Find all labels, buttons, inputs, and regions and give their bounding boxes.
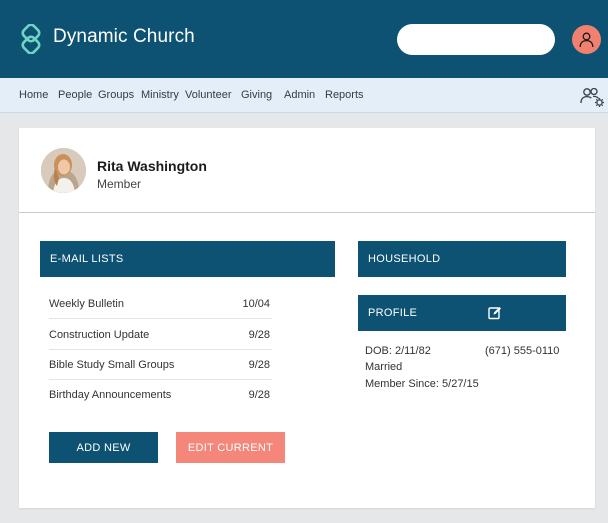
nav-item-groups[interactable]: Groups [98,89,134,101]
profile-dob: DOB: 2/11/82 [365,345,431,357]
profile-phone: (671) 555-0110 [485,345,560,357]
edit-icon[interactable] [488,306,502,320]
list-item-name: Construction Update [49,329,150,341]
list-item-date: 9/28 [248,329,270,341]
search-input[interactable] [397,24,555,55]
profile-member-since: Member Since: 5/27/15 [365,378,479,390]
list-item-name: Bible Study Small Groups [49,359,175,371]
profile-marital-status: Married [365,361,403,373]
member-role: Member [97,177,142,191]
member-name: Rita Washington [97,158,207,174]
member-card: Rita Washington Member E-MAIL LISTS Week… [19,128,595,508]
email-lists-header: E-MAIL LISTS [40,241,335,277]
household-header[interactable]: HOUSEHOLD [358,241,566,277]
list-item-name: Weekly Bulletin [49,298,124,310]
user-avatar-icon[interactable] [572,25,601,54]
list-item-name: Birthday Announcements [49,389,172,401]
nav-item-people[interactable]: People [58,89,92,101]
list-item[interactable]: Birthday Announcements 9/28 [49,380,272,410]
people-settings-icon[interactable] [580,86,606,108]
app-name[interactable]: Dynamic Church [53,26,195,48]
list-item-date: 9/28 [248,389,270,401]
nav-item-ministry[interactable]: Ministry [141,89,179,101]
nav-item-volunteer[interactable]: Volunteer [185,89,231,101]
list-item[interactable]: Weekly Bulletin 10/04 [49,289,272,319]
member-avatar [41,148,86,193]
nav-item-reports[interactable]: Reports [325,89,364,101]
nav-item-admin[interactable]: Admin [284,89,315,101]
divider [19,212,595,213]
list-item-date: 9/28 [248,359,270,371]
list-item[interactable]: Bible Study Small Groups 9/28 [49,350,272,380]
profile-title: PROFILE [368,307,418,319]
add-new-button[interactable]: ADD NEW [49,432,158,463]
main-nav: Home People Groups Ministry Volunteer Gi… [0,78,608,113]
ribbon-logo-icon[interactable] [16,24,46,54]
edit-current-button[interactable]: EDIT CURRENT [176,432,285,463]
top-bar: Dynamic Church [0,0,608,78]
list-item-date: 10/04 [242,298,270,310]
nav-item-giving[interactable]: Giving [241,89,272,101]
profile-header: PROFILE [358,295,566,331]
list-item[interactable]: Construction Update 9/28 [49,320,272,350]
nav-item-home[interactable]: Home [19,89,48,101]
